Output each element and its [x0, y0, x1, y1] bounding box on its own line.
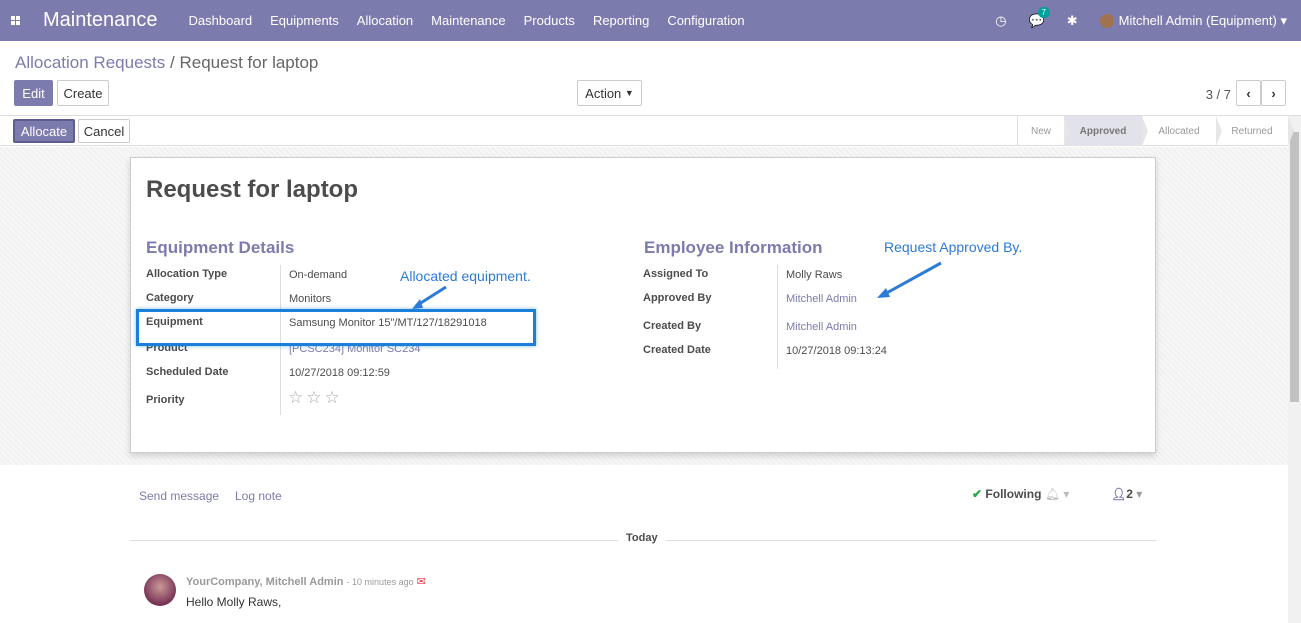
followers-button[interactable]: 👤︎2 ▾ — [1111, 487, 1142, 501]
breadcrumb-current: Request for laptop — [179, 53, 319, 72]
arrowhead-allocated — [412, 299, 423, 309]
message-author: YourCompany, Mitchell Admin - 10 minutes… — [186, 575, 426, 588]
stage-new[interactable]: New — [1018, 116, 1070, 146]
stage-pipeline: New Approved Allocated Returned — [1017, 116, 1294, 146]
check-icon: ✔ — [972, 487, 983, 501]
action-label: Action — [585, 85, 622, 101]
bell-icon: 🔔︎ ▾ — [1044, 487, 1070, 501]
author-name[interactable]: YourCompany, Mitchell Admin — [186, 576, 343, 588]
apps-menu-icon[interactable] — [0, 16, 30, 25]
message-body: Hello Molly Raws, — [186, 595, 282, 609]
menu-products[interactable]: Products — [515, 13, 584, 28]
user-name: Mitchell Admin (Equipment) — [1118, 12, 1277, 28]
chat-icon[interactable]: 💬 7 — [1029, 6, 1050, 29]
date-separator: Today — [130, 532, 1156, 544]
send-message-button[interactable]: Send message — [139, 489, 219, 503]
caret-down-icon: ▾ — [1136, 487, 1143, 501]
app-brand[interactable]: Maintenance — [43, 9, 158, 32]
activity-clock-icon[interactable]: ◷ — [995, 13, 1006, 29]
message-time: - 10 minutes ago — [346, 577, 414, 587]
allocate-button[interactable]: Allocate — [13, 119, 75, 143]
main-menu: Dashboard Equipments Allocation Maintena… — [180, 13, 754, 28]
scrollbar[interactable] — [1288, 116, 1301, 623]
debug-bug-icon[interactable]: ✱ — [1067, 13, 1078, 29]
top-navbar: Maintenance Dashboard Equipments Allocat… — [0, 0, 1301, 41]
action-dropdown[interactable]: Action ▼ — [577, 80, 642, 106]
form-sheet: Request for laptop Equipment Details Emp… — [130, 157, 1156, 453]
edit-button[interactable]: Edit — [14, 80, 53, 106]
chevron-right-icon: › — [1271, 85, 1276, 101]
chat-count-badge: 7 — [1037, 6, 1050, 18]
arrow-approved — [882, 261, 942, 297]
followers-count: 2 — [1126, 487, 1133, 501]
scrollbar-thumb[interactable] — [1290, 132, 1299, 402]
date-separator-label: Today — [618, 532, 666, 544]
following-button[interactable]: ✔ Following 🔔︎ ▾ — [972, 487, 1069, 501]
menu-allocation[interactable]: Allocation — [348, 13, 422, 28]
menu-maintenance[interactable]: Maintenance — [422, 13, 514, 28]
menu-reporting[interactable]: Reporting — [584, 13, 658, 28]
stage-returned[interactable]: Returned — [1216, 116, 1294, 146]
envelope-icon: ✉ — [416, 576, 426, 588]
chevron-left-icon: ‹ — [1246, 85, 1251, 101]
arrowhead-approved — [877, 288, 890, 298]
breadcrumb-separator: / — [170, 53, 175, 72]
cancel-button[interactable]: Cancel — [78, 119, 130, 143]
menu-configuration[interactable]: Configuration — [658, 13, 753, 28]
following-label: Following — [985, 487, 1042, 501]
menu-equipments[interactable]: Equipments — [261, 13, 348, 28]
stage-allocated[interactable]: Allocated — [1142, 116, 1222, 146]
breadcrumb: Allocation Requests / Request for laptop — [15, 53, 318, 73]
annotation-arrows — [412, 261, 942, 309]
log-note-button[interactable]: Log note — [235, 489, 282, 503]
pager-prev-button[interactable]: ‹ — [1236, 80, 1261, 106]
control-panel: Allocation Requests / Request for laptop… — [0, 41, 1301, 116]
user-menu[interactable]: Mitchell Admin (Equipment) ▾ — [1099, 12, 1287, 29]
author-avatar[interactable] — [144, 574, 176, 606]
status-bar: Allocate Cancel New Approved Allocated R… — [0, 116, 1294, 146]
pager-next-button[interactable]: › — [1261, 80, 1286, 106]
menu-dashboard[interactable]: Dashboard — [180, 13, 262, 28]
create-button[interactable]: Create — [57, 80, 109, 106]
breadcrumb-parent[interactable]: Allocation Requests — [15, 53, 165, 72]
caret-down-icon: ▼ — [624, 88, 634, 98]
stage-approved[interactable]: Approved — [1064, 116, 1148, 146]
pager-value[interactable]: 3 / 7 — [1206, 87, 1231, 102]
user-icon: 👤︎ — [1111, 487, 1127, 501]
avatar — [1099, 14, 1114, 29]
